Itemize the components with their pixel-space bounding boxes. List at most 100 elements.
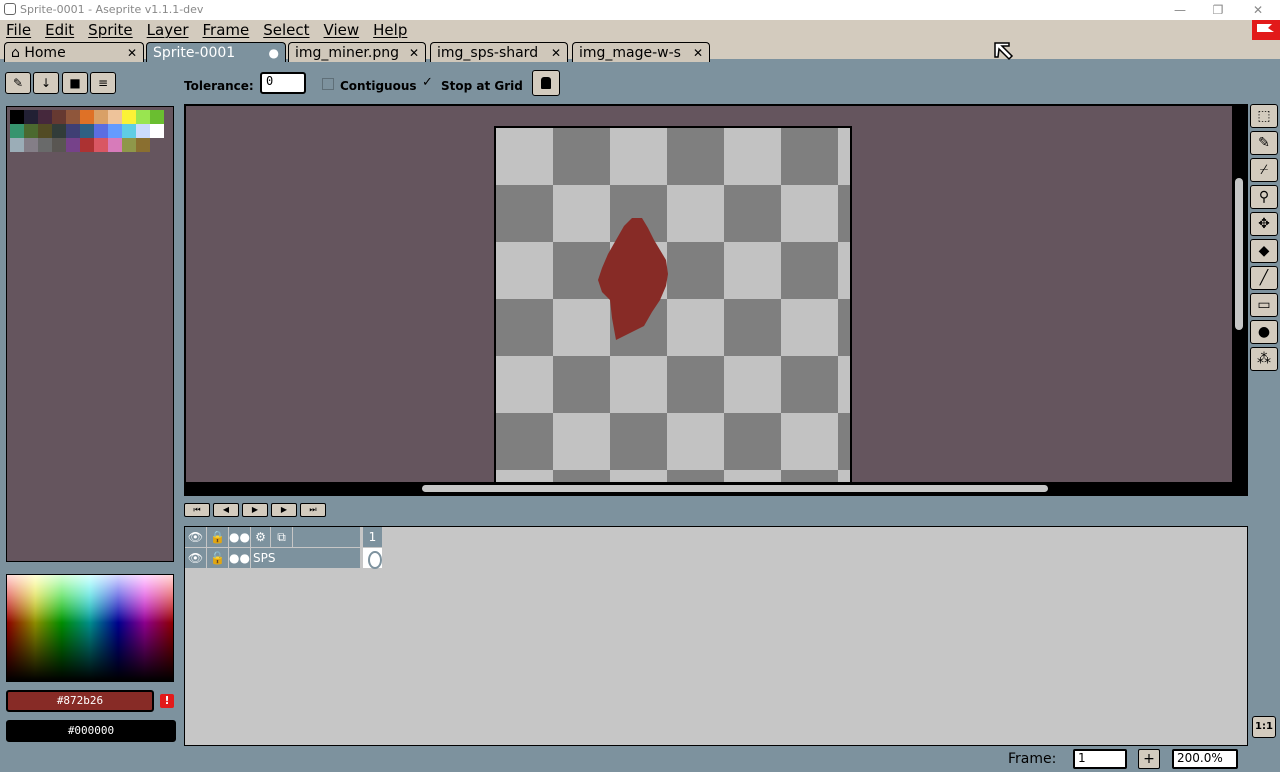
stop-at-grid-checkbox[interactable]: ✓ xyxy=(422,75,433,90)
close-tab-icon[interactable]: ✕ xyxy=(127,44,137,62)
menu-sprite[interactable]: Sprite xyxy=(88,21,133,39)
palette-swatch[interactable] xyxy=(24,138,38,152)
horizontal-scroll-thumb[interactable] xyxy=(422,485,1048,492)
tab-sprite-0001[interactable]: Sprite-0001 ● xyxy=(146,42,286,62)
ink-type-button[interactable] xyxy=(532,70,560,96)
layer-name[interactable]: SPS xyxy=(251,548,361,568)
timeline-panel[interactable]: 👁 🔒 ●● ⚙ ⧉ 1 👁 🔓 ●● SPS xyxy=(184,526,1248,746)
close-window-button[interactable]: ✕ xyxy=(1238,1,1278,19)
palette-swatch[interactable] xyxy=(108,124,122,138)
palette-swatch[interactable] xyxy=(66,124,80,138)
palette-swatch[interactable] xyxy=(122,124,136,138)
palette-swatch[interactable] xyxy=(52,124,66,138)
eyedropper-tool-icon[interactable]: ⌿ xyxy=(1250,158,1278,182)
palette-swatch[interactable] xyxy=(52,110,66,124)
sprite-editor[interactable] xyxy=(184,104,1248,496)
palette-swatch[interactable] xyxy=(10,124,24,138)
layer-lock-icon[interactable]: 🔓 xyxy=(207,548,229,568)
palette-swatch[interactable] xyxy=(38,124,52,138)
palette-swatch[interactable] xyxy=(150,124,164,138)
continuous-icon[interactable]: ●● xyxy=(229,527,251,547)
menu-view[interactable]: View xyxy=(324,21,360,39)
palette-sort-button[interactable]: ↓ xyxy=(33,72,59,94)
zoom-fit-button[interactable]: 1:1 xyxy=(1252,716,1276,738)
palette-swatch[interactable] xyxy=(66,110,80,124)
minimize-button[interactable]: — xyxy=(1160,1,1200,19)
menu-layer[interactable]: Layer xyxy=(147,21,189,39)
tab-home[interactable]: ⌂ Home ✕ xyxy=(4,42,144,62)
palette-swatch[interactable] xyxy=(80,124,94,138)
last-frame-button[interactable]: ⏭ xyxy=(300,503,326,517)
close-tab-icon[interactable]: ✕ xyxy=(693,44,703,62)
color-warning-icon[interactable]: ! xyxy=(160,694,174,708)
marquee-tool-icon[interactable]: ⬚ xyxy=(1250,104,1278,128)
contiguous-checkbox[interactable] xyxy=(322,78,334,90)
close-tab-icon[interactable]: ✕ xyxy=(409,44,419,62)
palette-swatch[interactable] xyxy=(10,110,24,124)
palette-swatch[interactable] xyxy=(80,138,94,152)
gear-icon[interactable]: ⚙ xyxy=(251,527,271,547)
color-spectrum[interactable] xyxy=(6,574,174,682)
palette-swatch[interactable] xyxy=(150,110,164,124)
palette-edit-button[interactable]: ✎ xyxy=(5,72,31,94)
palette-options-button[interactable]: ≡ xyxy=(90,72,116,94)
menu-help[interactable]: Help xyxy=(373,21,407,39)
palette-swatch[interactable] xyxy=(94,124,108,138)
paint-bucket-tool-icon[interactable]: ◆ xyxy=(1250,239,1278,263)
palette-swatch[interactable] xyxy=(38,110,52,124)
contour-tool-icon[interactable]: ● xyxy=(1250,320,1278,344)
palette-swatch[interactable] xyxy=(136,110,150,124)
palette-swatch[interactable] xyxy=(10,138,24,152)
close-tab-icon[interactable]: ✕ xyxy=(551,44,561,62)
menu-select[interactable]: Select xyxy=(263,21,309,39)
menu-file[interactable]: File xyxy=(6,21,31,39)
layer-continuous-icon[interactable]: ●● xyxy=(229,548,251,568)
palette-swatch[interactable] xyxy=(136,124,150,138)
palette-swatch[interactable] xyxy=(52,138,66,152)
frame-input[interactable]: 1 xyxy=(1073,749,1127,769)
palette-swatch[interactable] xyxy=(136,138,150,152)
play-button[interactable]: ▶ xyxy=(242,503,268,517)
palette-swatch[interactable] xyxy=(80,110,94,124)
next-frame-button[interactable]: ▶ xyxy=(271,503,297,517)
palette-swatch[interactable] xyxy=(94,138,108,152)
eye-icon[interactable]: 👁 xyxy=(185,527,207,547)
zoom-tool-icon[interactable]: ⚲ xyxy=(1250,185,1278,209)
palette-swatch[interactable] xyxy=(94,110,108,124)
tolerance-input[interactable]: 0 xyxy=(260,72,306,94)
restore-button[interactable]: ❐ xyxy=(1198,1,1238,19)
move-tool-icon[interactable]: ✥ xyxy=(1250,212,1278,236)
frame-header[interactable]: 1 xyxy=(363,527,383,547)
tolerance-label: Tolerance: xyxy=(184,79,254,93)
pencil-tool-icon[interactable]: ✎ xyxy=(1250,131,1278,155)
background-color-button[interactable]: #000000 xyxy=(6,720,176,742)
palette-swatch[interactable] xyxy=(24,124,38,138)
tab-img-mage[interactable]: img_mage-w-s ✕ xyxy=(572,42,710,62)
palette-swatch[interactable] xyxy=(122,110,136,124)
palette-swatch[interactable] xyxy=(108,110,122,124)
menu-edit[interactable]: Edit xyxy=(45,21,74,39)
line-tool-icon[interactable]: ╱ xyxy=(1250,266,1278,290)
onion-skin-icon[interactable]: ⧉ xyxy=(271,527,293,547)
palette-swatch[interactable] xyxy=(108,138,122,152)
palette-swatch[interactable] xyxy=(38,138,52,152)
menu-frame[interactable]: Frame xyxy=(203,21,250,39)
zoom-input[interactable]: 200.0% xyxy=(1172,749,1238,769)
palette-swatch[interactable] xyxy=(122,138,136,152)
palette-swatch[interactable] xyxy=(24,110,38,124)
first-frame-button[interactable]: ⏮ xyxy=(184,503,210,517)
palette-presets-button[interactable]: ■ xyxy=(62,72,88,94)
add-frame-button[interactable]: + xyxy=(1138,749,1160,769)
sprite-canvas[interactable] xyxy=(494,126,852,486)
lock-icon[interactable]: 🔒 xyxy=(207,527,229,547)
tab-img-sps-shard[interactable]: img_sps-shard ✕ xyxy=(430,42,568,62)
rectangle-tool-icon[interactable]: ▭ xyxy=(1250,293,1278,317)
cel-cell[interactable] xyxy=(363,548,383,569)
vertical-scroll-thumb[interactable] xyxy=(1235,178,1243,330)
tab-img-miner[interactable]: img_miner.png ✕ xyxy=(288,42,426,62)
palette-swatch[interactable] xyxy=(66,138,80,152)
blur-tool-icon[interactable]: ⁂ xyxy=(1250,347,1278,371)
foreground-color-button[interactable]: #872b26 xyxy=(6,690,154,712)
layer-visibility-icon[interactable]: 👁 xyxy=(185,548,207,568)
previous-frame-button[interactable]: ◀ xyxy=(213,503,239,517)
